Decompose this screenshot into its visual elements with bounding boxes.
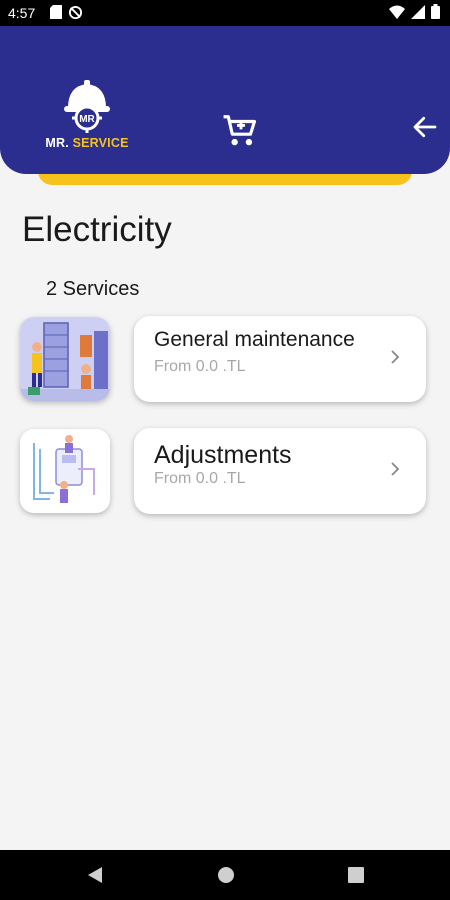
logo-text-service: SERVICE: [72, 136, 129, 150]
logo-mark: MR: [79, 114, 95, 125]
arrow-left-icon: [413, 116, 437, 138]
service-price: From 0.0 .TL: [154, 358, 246, 375]
service-count: 2 Services: [46, 278, 140, 300]
boiler-technician-illustration: [20, 429, 110, 513]
service-thumbnail[interactable]: [20, 317, 110, 401]
signal-icon: [411, 4, 425, 19]
app-header: MR MR. SERVICE: [0, 26, 450, 174]
logo-text: MR. SERVICE: [44, 136, 130, 150]
chevron-right-icon: [391, 462, 400, 476]
service-card-general-maintenance[interactable]: General maintenance From 0.0 .TL: [134, 316, 426, 402]
cart-button[interactable]: [222, 112, 260, 150]
recents-square-icon[interactable]: [347, 865, 365, 885]
system-nav-bar: [0, 850, 450, 900]
app-logo: MR MR. SERVICE: [44, 72, 130, 156]
service-name: Adjustments: [154, 441, 292, 469]
helmet-logo-icon: MR: [64, 80, 110, 133]
sync-disabled-icon: [68, 5, 83, 20]
wifi-icon: [389, 5, 405, 19]
cart-icon: [223, 115, 257, 146]
service-thumbnail[interactable]: [20, 429, 110, 513]
battery-icon: [431, 4, 440, 19]
back-button[interactable]: [410, 112, 440, 142]
status-time: 4:57: [8, 5, 36, 21]
page-title: Electricity: [22, 210, 172, 249]
logo-text-mr: MR.: [45, 136, 69, 150]
chevron-right-icon: [391, 350, 400, 364]
service-price: From 0.0 .TL: [154, 470, 246, 487]
service-name: General maintenance: [154, 328, 355, 351]
home-circle-icon[interactable]: [216, 865, 236, 885]
status-bar: 4:57: [0, 0, 450, 26]
electrician-panel-illustration: [20, 317, 110, 401]
service-card-adjustments[interactable]: Adjustments From 0.0 .TL: [134, 428, 426, 514]
back-triangle-icon[interactable]: [86, 865, 104, 885]
sd-card-icon: [50, 5, 62, 19]
